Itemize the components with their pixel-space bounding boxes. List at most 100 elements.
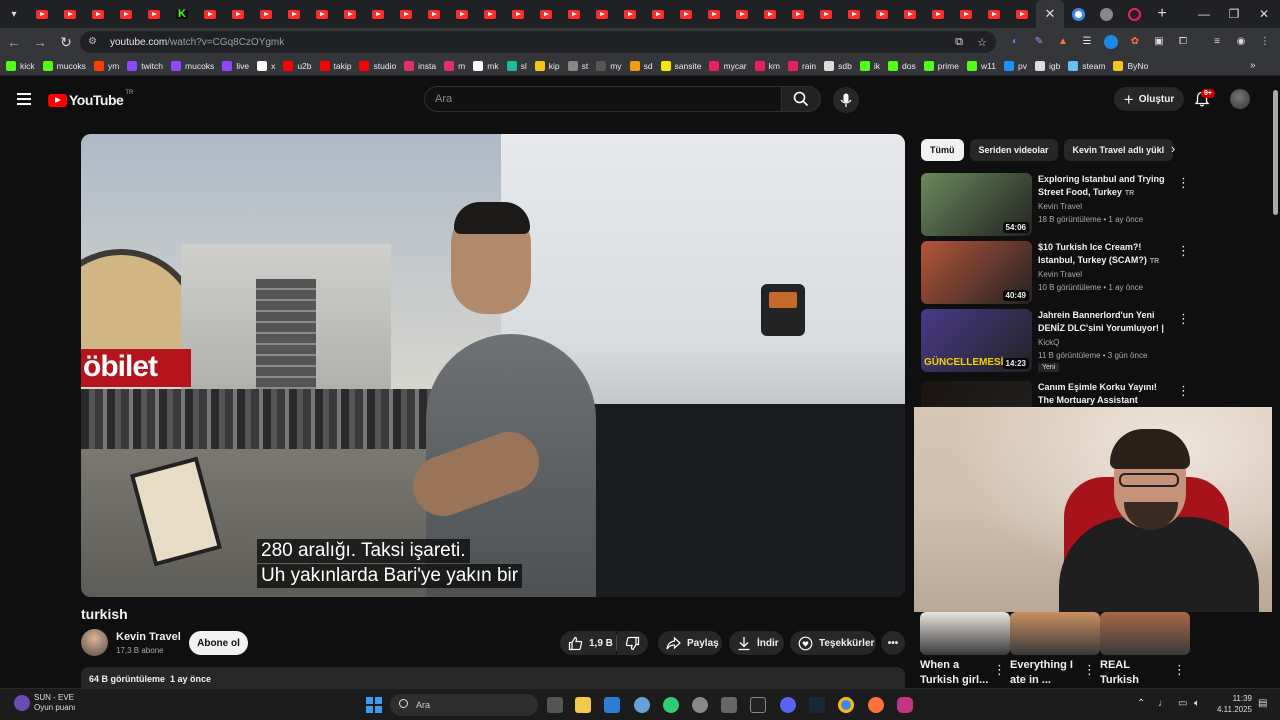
recommendation-title[interactable]: Canım Eşimle Korku Yayını! The Mortuary … — [1038, 381, 1170, 408]
browser-tab[interactable] — [140, 2, 168, 26]
volume-icon[interactable]: 🔈︎ — [1194, 698, 1200, 709]
bookmark-item[interactable]: mucoks — [42, 60, 86, 71]
page-scrollbar-thumb[interactable] — [1273, 90, 1278, 215]
bookmark-item[interactable]: ym — [93, 60, 119, 71]
share-button[interactable]: Paylaş — [658, 631, 722, 655]
bookmark-item[interactable]: kip — [534, 60, 560, 71]
channel-avatar[interactable] — [81, 629, 108, 656]
browser-tab[interactable] — [112, 2, 140, 26]
browser-tab[interactable] — [280, 2, 308, 26]
cast-icon[interactable]: ⧉ — [952, 36, 966, 50]
bookmark-item[interactable]: sl — [506, 60, 527, 71]
short-thumbnail[interactable] — [1010, 612, 1100, 655]
tab-search-button[interactable]: ▾ — [0, 0, 28, 28]
browser-tab[interactable] — [308, 2, 336, 26]
browser-tab[interactable] — [700, 2, 728, 26]
bookmark-item[interactable]: m — [444, 60, 465, 71]
bookmark-star-icon[interactable]: ☆ — [975, 36, 989, 50]
store-icon[interactable] — [604, 697, 620, 713]
network-icon[interactable]: ▭ — [1178, 698, 1187, 709]
bookmark-item[interactable]: sansite — [660, 60, 701, 71]
filter-chip[interactable]: Seriden videolar — [969, 139, 1058, 161]
recommendation-thumbnail[interactable]: 54:06 — [921, 173, 1032, 236]
browser-tab[interactable] — [560, 2, 588, 26]
create-button[interactable]: + Oluştur — [1114, 87, 1184, 111]
browser-tab[interactable] — [924, 2, 952, 26]
browser-tab[interactable] — [56, 2, 84, 26]
recommendation-menu-icon[interactable]: ⋮ — [1177, 312, 1190, 325]
more-actions-button[interactable]: ••• — [881, 631, 905, 655]
browser-tab[interactable] — [1064, 2, 1092, 26]
bookmark-item[interactable]: pv — [1003, 60, 1027, 71]
video-player[interactable]: öbilet 280 aralığı. Taksi işareti. Uh ya… — [81, 134, 905, 597]
bookmark-item[interactable]: mk — [473, 60, 499, 71]
bookmark-item[interactable]: sd — [629, 60, 653, 71]
browser-tab[interactable] — [644, 2, 672, 26]
browser-tab[interactable] — [224, 2, 252, 26]
system-clock[interactable]: 11:39 4.11.2025 — [1210, 693, 1252, 715]
browser-tab[interactable] — [784, 2, 812, 26]
recommendation-menu-icon[interactable]: ⋮ — [1177, 176, 1190, 189]
extension-icon-7[interactable]: ▣ — [1152, 35, 1166, 49]
chatgpt-icon[interactable] — [692, 697, 708, 713]
recommendation-channel[interactable]: Kevin Travel — [1038, 202, 1082, 211]
thanks-button[interactable]: Teşekkürler — [790, 631, 876, 655]
firefox-icon[interactable] — [868, 697, 884, 713]
bookmark-item[interactable]: steam — [1068, 60, 1105, 71]
weather-widget[interactable]: SUN - EVE Oyun puanı — [14, 693, 75, 712]
recommendation-title[interactable]: Jahrein Bannerlord'un Yeni DENİZ DLC'sin… — [1038, 309, 1170, 336]
download-button[interactable]: İndir — [729, 631, 784, 655]
browser-tab[interactable] — [392, 2, 420, 26]
browser-tab[interactable] — [364, 2, 392, 26]
bookmark-item[interactable]: w11 — [967, 60, 996, 71]
bookmark-item[interactable]: insta — [404, 60, 436, 71]
extensions-puzzle-icon[interactable]: ⧠ — [1176, 35, 1190, 49]
recommendation-item[interactable]: GÜNCELLEMESİ 14:23 Jahrein Bannerlord'un Y… — [921, 309, 1190, 372]
bookmark-item[interactable]: kick — [6, 60, 35, 71]
profile-icon[interactable]: ◉ — [1234, 35, 1248, 49]
back-button[interactable]: ← — [2, 30, 26, 54]
browser-tab[interactable] — [532, 2, 560, 26]
settings-gear-icon[interactable] — [634, 697, 650, 713]
browser-tab[interactable] — [1120, 2, 1148, 26]
recommendation-item[interactable]: 40:49 $10 Turkish Ice Cream?! Istanbul, T… — [921, 241, 1190, 304]
bookmark-item[interactable]: dos — [888, 60, 916, 71]
app-icon-g[interactable] — [750, 697, 766, 713]
short-thumbnail[interactable] — [920, 612, 1010, 655]
browser-tab[interactable] — [448, 2, 476, 26]
chips-next-chevron-icon[interactable]: › — [1164, 141, 1182, 159]
bookmark-item[interactable]: u2b — [283, 60, 312, 71]
like-button[interactable]: 1,9 B — [560, 631, 616, 655]
bookmark-item[interactable]: rain — [787, 60, 816, 71]
chrome-icon[interactable] — [838, 697, 854, 713]
maximize-button[interactable]: ❐ — [1218, 0, 1250, 28]
taskbar-search[interactable]: Ara — [390, 694, 538, 716]
app-icon-cube[interactable] — [721, 697, 737, 713]
browser-tab[interactable] — [756, 2, 784, 26]
extension-icon-2[interactable]: ✎ — [1032, 35, 1046, 49]
recommendation-menu-icon[interactable]: ⋮ — [1177, 384, 1190, 397]
extension-icon-3[interactable]: ▲ — [1056, 35, 1070, 49]
bookmark-item[interactable]: sdb — [824, 60, 852, 71]
subscribe-button[interactable]: Abone ol — [189, 631, 248, 655]
voice-search-button[interactable] — [833, 87, 859, 113]
account-avatar[interactable] — [1230, 89, 1250, 109]
short-menu-icon[interactable]: ⋮ — [1173, 662, 1186, 678]
browser-tab[interactable] — [476, 2, 504, 26]
browser-tab[interactable] — [728, 2, 756, 26]
extension-icon-5[interactable] — [1104, 35, 1118, 49]
bookmark-item[interactable]: takip — [319, 60, 351, 71]
new-tab-button[interactable]: + — [1148, 5, 1176, 23]
extension-icon-6[interactable]: ✿ — [1128, 35, 1142, 49]
bookmark-item[interactable]: x — [257, 60, 275, 71]
close-tab-icon[interactable]: ✕ — [1045, 6, 1056, 22]
bookmark-item[interactable]: ik — [859, 60, 880, 71]
tray-chevron-icon[interactable]: ⌃ — [1137, 698, 1145, 709]
extension-icon-4[interactable]: ☰ — [1080, 35, 1094, 49]
browser-tab[interactable] — [868, 2, 896, 26]
dislike-button[interactable] — [617, 631, 648, 655]
file-explorer-icon[interactable] — [575, 697, 591, 713]
browser-tab[interactable] — [616, 2, 644, 26]
recommendation-channel[interactable]: KickQ — [1038, 338, 1059, 347]
recommendation-channel[interactable]: Kevin Travel — [1038, 270, 1082, 279]
